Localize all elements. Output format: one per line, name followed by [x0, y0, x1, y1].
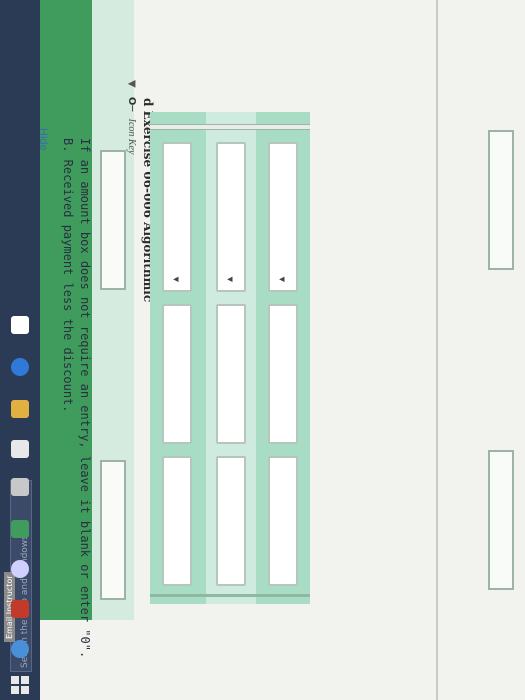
top-amount-box[interactable] [488, 130, 514, 270]
chevron-down-icon[interactable]: ▼ [226, 277, 234, 282]
office-icon[interactable] [11, 600, 29, 618]
taskbar: Search the web and Windows Email Instruc… [0, 0, 40, 700]
rotated-content: Hide B. Received payment less the discou… [0, 0, 485, 700]
chevron-down-icon[interactable]: ▼ [172, 277, 180, 282]
table-right-edge [150, 594, 310, 597]
credit-input[interactable] [268, 456, 298, 586]
account-dropdown[interactable]: ▼ [268, 142, 298, 292]
chevron-down-icon[interactable]: ▼ [126, 80, 137, 88]
store-icon[interactable] [11, 440, 29, 458]
chrome-icon[interactable] [11, 560, 29, 578]
journal-entry-table: ▼ ▼ ▼ [150, 112, 310, 604]
instruction-b: B. Received payment less the discount. [61, 138, 75, 413]
windows-start-icon[interactable] [11, 676, 29, 694]
credit-input[interactable] [162, 456, 192, 586]
task-view-icon[interactable] [11, 316, 29, 334]
table-left-edge [150, 124, 310, 130]
account-dropdown[interactable]: ▼ [216, 142, 246, 292]
key-icon: O─ [126, 96, 137, 112]
credit-input[interactable] [216, 456, 246, 586]
instruction-blank-note: If an amount box does not require an ent… [78, 138, 92, 659]
chevron-down-icon[interactable]: ▼ [278, 277, 286, 282]
icon-key-label: Icon Key [126, 118, 137, 155]
ie-icon[interactable] [11, 640, 29, 658]
app-icon[interactable] [11, 520, 29, 538]
icon-key[interactable]: ▼ O─ Icon Key [126, 80, 137, 154]
screen: Hide B. Received payment less the discou… [0, 0, 525, 700]
top-amount-box[interactable] [488, 450, 514, 590]
mail-icon[interactable] [11, 478, 29, 496]
debit-input[interactable] [216, 304, 246, 444]
debit-input[interactable] [162, 304, 192, 444]
account-dropdown[interactable]: ▼ [162, 142, 192, 292]
debit-input[interactable] [268, 304, 298, 444]
file-explorer-icon[interactable] [11, 400, 29, 418]
edge-browser-icon[interactable] [11, 358, 29, 376]
